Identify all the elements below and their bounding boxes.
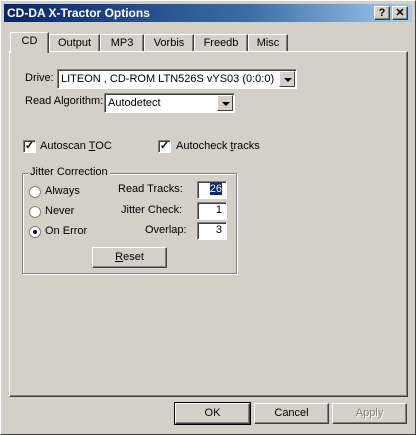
apply-button[interactable]: Apply: [332, 403, 407, 424]
cancel-button[interactable]: Cancel: [254, 403, 329, 424]
jitter-on-error-radio[interactable]: [29, 226, 41, 238]
drive-value: LITEON , CD-ROM LTN526S vYS03 (0:0:0): [61, 73, 275, 85]
close-icon[interactable]: ✕: [392, 6, 408, 20]
autocheck-tracks-label: Autocheck tracks: [176, 140, 260, 152]
options-dialog: CD-DA X-Tractor Options ? ✕ CD Output MP…: [0, 0, 416, 435]
jitter-on-error-label: On Error: [45, 225, 88, 237]
help-icon[interactable]: ?: [374, 6, 390, 20]
tab-cd[interactable]: CD: [10, 32, 49, 53]
read-tracks-input[interactable]: 26: [197, 181, 227, 199]
read-algorithm-label: Read Algorithm:: [25, 95, 104, 107]
title-bar[interactable]: CD-DA X-Tractor Options ? ✕: [4, 4, 412, 22]
jitter-always-label: Always: [45, 185, 80, 197]
window-title: CD-DA X-Tractor Options: [7, 6, 150, 20]
jitter-always-radio[interactable]: [29, 186, 41, 198]
tab-panel-cd: Drive: LITEON , CD-ROM LTN526S vYS03 (0:…: [9, 51, 408, 397]
read-algorithm-value: Autodetect: [108, 97, 161, 109]
overlap-label: Overlap:: [145, 224, 187, 236]
jitter-correction-label: Jitter Correction: [28, 166, 110, 178]
tab-vorbis[interactable]: Vorbis: [144, 34, 194, 52]
autocheck-tracks-checkbox[interactable]: ✓: [158, 140, 171, 153]
jitter-never-label: Never: [45, 205, 75, 217]
tab-output[interactable]: Output: [49, 34, 100, 52]
drive-label: Drive:: [25, 72, 54, 84]
chevron-down-icon[interactable]: [279, 71, 295, 87]
tab-misc[interactable]: Misc: [248, 34, 288, 52]
tab-mp3[interactable]: MP3: [100, 34, 144, 52]
chevron-down-icon[interactable]: [217, 95, 233, 111]
jitter-correction-group: Jitter Correction Always Never On Error …: [22, 166, 237, 274]
jitter-check-label: Jitter Check:: [121, 204, 183, 216]
reset-button[interactable]: Reset: [92, 247, 167, 268]
jitter-never-radio[interactable]: [29, 206, 41, 218]
tab-freedb[interactable]: Freedb: [194, 34, 248, 52]
autoscan-toc-label: Autoscan TOC: [40, 140, 112, 152]
overlap-input[interactable]: 3: [197, 222, 227, 240]
ok-button[interactable]: OK: [175, 403, 250, 424]
autoscan-toc-checkbox[interactable]: ✓: [23, 140, 36, 153]
drive-select[interactable]: LITEON , CD-ROM LTN526S vYS03 (0:0:0): [57, 69, 297, 89]
jitter-check-input[interactable]: 1: [197, 202, 227, 220]
read-algorithm-select[interactable]: Autodetect: [104, 93, 235, 113]
read-tracks-label: Read Tracks:: [118, 183, 183, 195]
